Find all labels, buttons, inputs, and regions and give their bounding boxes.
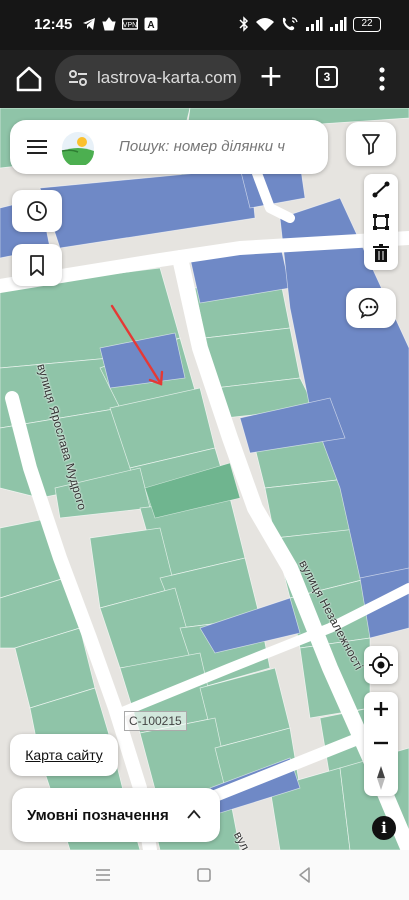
wifi-call-icon bbox=[282, 17, 298, 31]
zoom-out-icon[interactable] bbox=[364, 726, 398, 760]
back-icon[interactable] bbox=[294, 864, 316, 886]
search-bar[interactable]: Пошук: номер ділянки ч bbox=[10, 120, 328, 174]
feedback-button[interactable] bbox=[346, 288, 396, 328]
bookmark-button[interactable] bbox=[12, 244, 62, 286]
new-tab-button[interactable]: + bbox=[256, 62, 286, 92]
signal-icon bbox=[306, 17, 323, 31]
site-settings-icon[interactable] bbox=[67, 67, 89, 89]
battery-level: 22 bbox=[361, 17, 373, 29]
overflow-menu-icon[interactable] bbox=[372, 64, 392, 94]
vpn-icon: VPN bbox=[122, 18, 138, 30]
parcel-label: C-100215 bbox=[124, 711, 187, 731]
crosshair-icon bbox=[369, 653, 393, 677]
trash-icon[interactable] bbox=[364, 238, 398, 270]
telegram-icon bbox=[83, 18, 95, 30]
info-button[interactable]: i bbox=[372, 816, 396, 840]
url-text: lastrova-karta.com bbox=[97, 68, 237, 87]
status-bar: 12:45 VPN A 22 bbox=[0, 0, 409, 50]
recents-icon[interactable] bbox=[92, 864, 114, 886]
chevron-up-icon bbox=[187, 809, 201, 819]
menu-icon[interactable] bbox=[27, 140, 47, 154]
chat-icon bbox=[358, 297, 379, 319]
zoom-in-icon[interactable] bbox=[364, 692, 398, 726]
bluetooth-icon bbox=[239, 16, 249, 32]
search-placeholder[interactable]: Пошук: номер ділянки ч bbox=[119, 138, 299, 155]
compass-icon[interactable] bbox=[364, 760, 398, 796]
bookmark-icon bbox=[30, 255, 44, 276]
measure-area-icon[interactable] bbox=[364, 206, 398, 238]
home-nav-icon[interactable] bbox=[193, 864, 215, 886]
wifi-icon bbox=[256, 18, 274, 31]
filter-button[interactable] bbox=[346, 122, 396, 166]
logo-icon bbox=[61, 132, 94, 165]
sitemap-button[interactable]: Карта сайту bbox=[10, 734, 118, 776]
measure-line-icon[interactable] bbox=[364, 174, 398, 206]
svg-text:VPN: VPN bbox=[123, 22, 137, 29]
legend-label: Умовні позначення bbox=[27, 806, 169, 824]
history-button[interactable] bbox=[12, 190, 62, 232]
battery-indicator: 22 bbox=[353, 16, 381, 32]
a-icon: A bbox=[144, 17, 158, 31]
signal-icon bbox=[330, 17, 347, 31]
zoom-controls bbox=[364, 692, 398, 796]
svg-text:A: A bbox=[147, 20, 154, 31]
system-nav-bar bbox=[0, 850, 409, 900]
sitemap-label[interactable]: Карта сайту bbox=[25, 747, 103, 763]
locate-me-button[interactable] bbox=[364, 646, 398, 684]
browser-toolbar: lastrova-karta.com + 3 bbox=[0, 50, 409, 108]
cadastral-map[interactable]: вулиця Ярослава Мудрого вулиця Незалежно… bbox=[0, 108, 409, 850]
address-bar[interactable]: lastrova-karta.com bbox=[55, 55, 241, 101]
drawing-tools bbox=[364, 174, 398, 270]
status-time: 12:45 bbox=[34, 16, 73, 33]
tab-switcher-button[interactable]: 3 bbox=[316, 66, 338, 88]
home-icon[interactable] bbox=[14, 64, 44, 94]
basket-icon bbox=[102, 17, 116, 31]
clock-icon bbox=[27, 201, 47, 221]
legend-button[interactable]: Умовні позначення bbox=[12, 788, 220, 842]
filter-icon bbox=[362, 134, 380, 155]
